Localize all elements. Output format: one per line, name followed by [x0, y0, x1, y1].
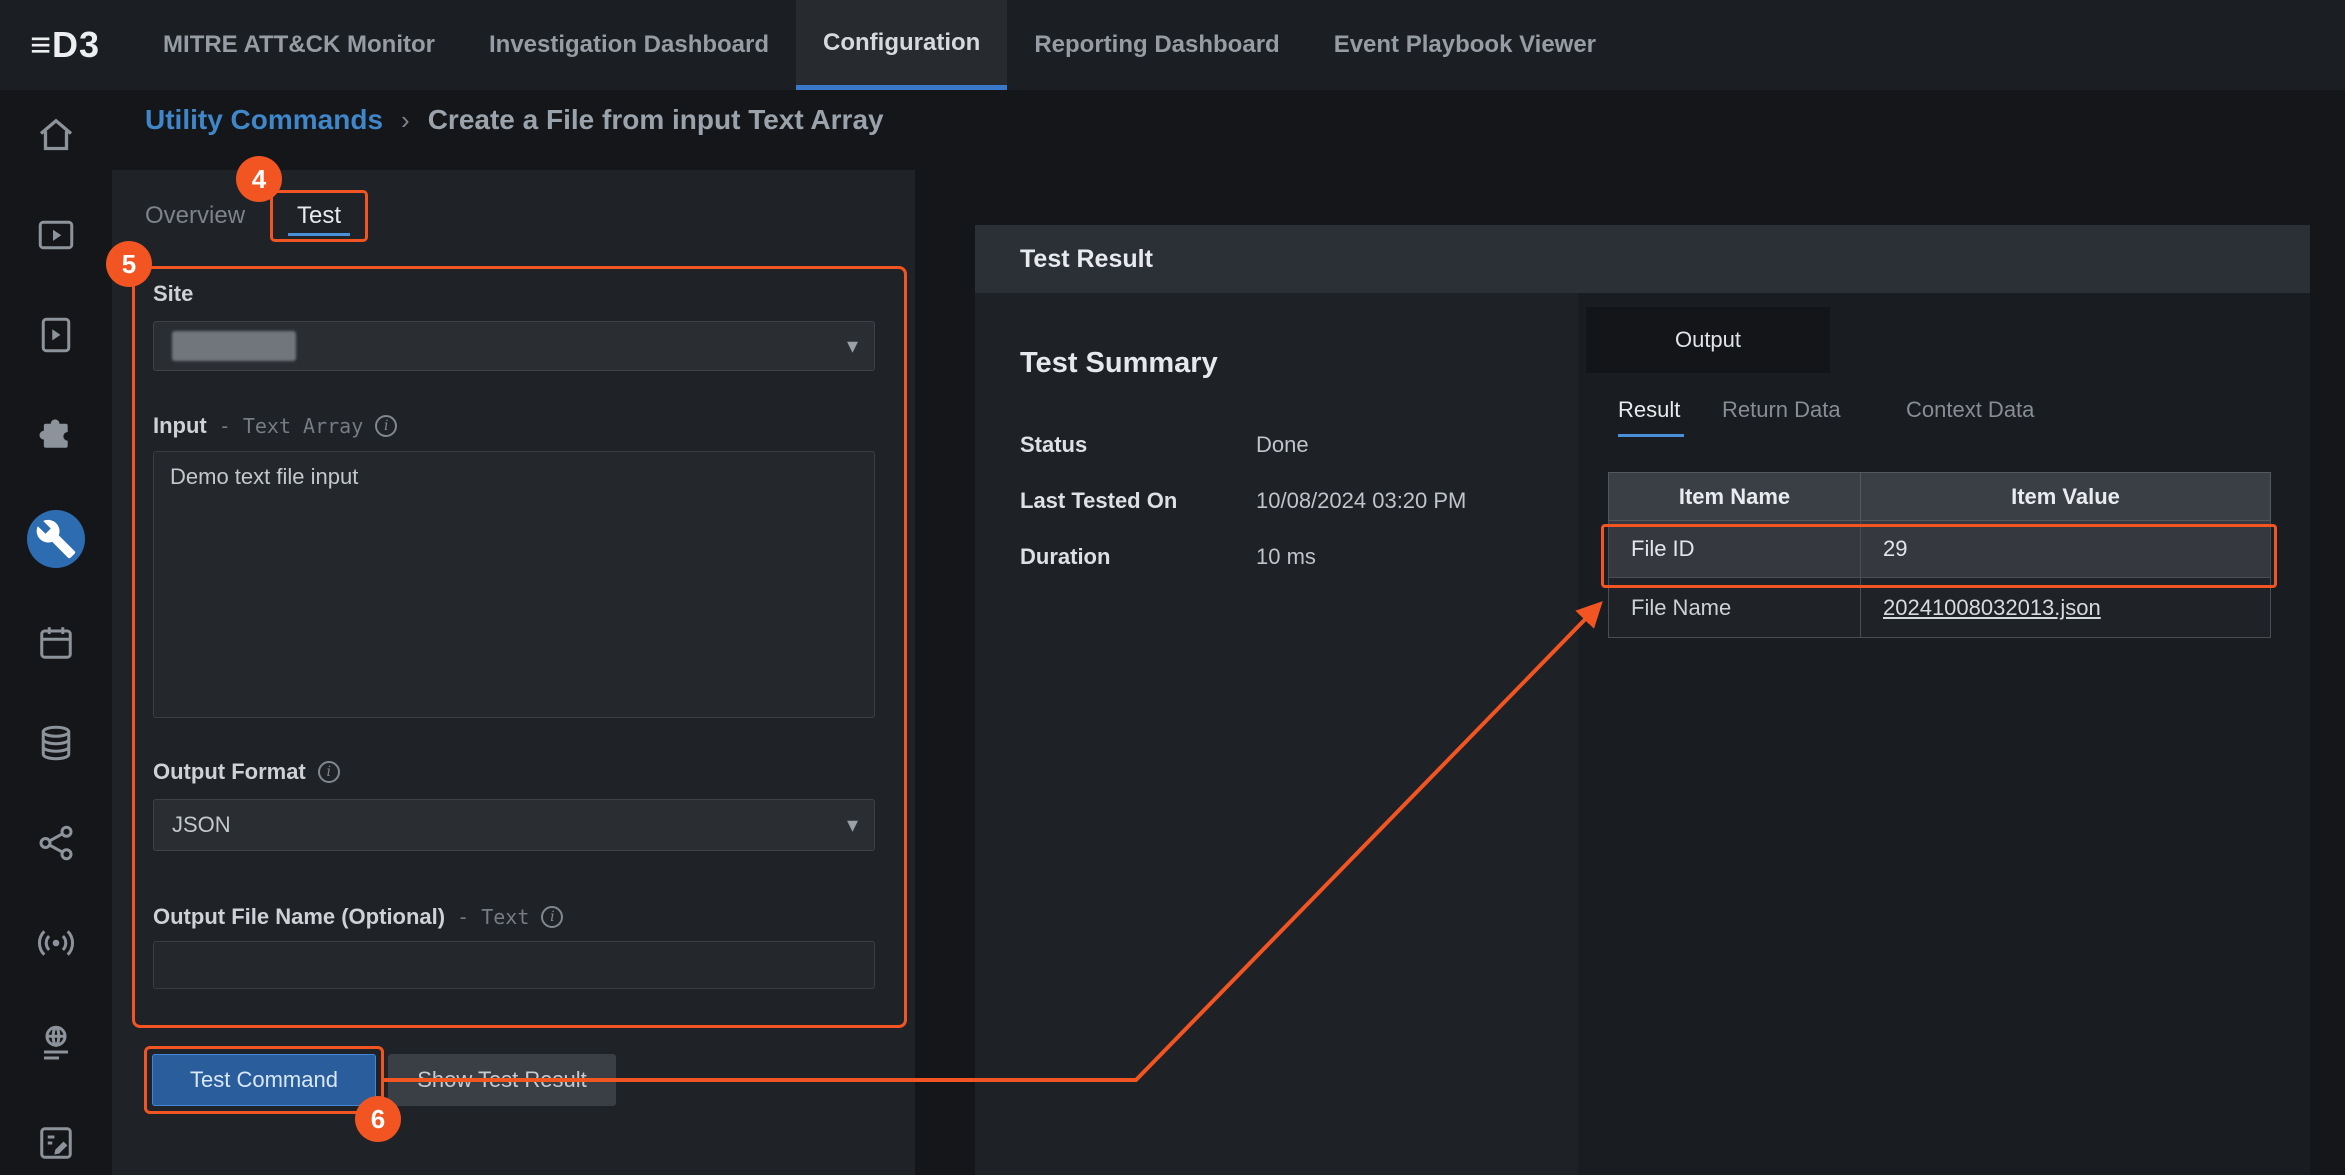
output-format-label: Output Format [153, 759, 306, 785]
tab-output[interactable]: Output [1586, 307, 1830, 373]
site-select[interactable]: ▾ [153, 321, 875, 371]
report-signature-icon[interactable] [31, 1118, 81, 1168]
annotation-step-5-badge: 5 [106, 241, 152, 287]
globe-settings-icon[interactable] [31, 1018, 81, 1068]
output-format-select[interactable]: JSON ▾ [153, 799, 875, 851]
tab-test[interactable]: Test [297, 202, 341, 230]
output-file-name-label-row: Output File Name (Optional) - Text i [153, 904, 563, 930]
info-icon[interactable]: i [375, 415, 397, 437]
video-file-icon[interactable] [31, 310, 81, 360]
wrench-icon-active[interactable] [27, 510, 85, 568]
calendar-icon[interactable] [31, 618, 81, 668]
test-result-header: Test Result [975, 225, 2310, 293]
d3-logo[interactable]: ≡D3 [0, 0, 136, 90]
chevron-down-icon: ▾ [847, 812, 858, 838]
tab-return-data[interactable]: Return Data [1722, 397, 1841, 423]
output-format-label-row: Output Format i [153, 759, 340, 785]
info-icon[interactable]: i [541, 906, 563, 928]
input-textarea[interactable]: Demo text file input [153, 451, 875, 718]
site-value-redacted [172, 331, 296, 361]
sidebar-icon-rail [0, 90, 112, 1175]
output-file-name-type-hint: - Text [457, 905, 529, 929]
show-test-result-button[interactable]: Show Test Result [388, 1054, 616, 1106]
chevron-right-icon: › [401, 105, 410, 136]
test-summary-heading: Test Summary [1020, 347, 1218, 380]
test-command-button[interactable]: Test Command [152, 1054, 376, 1106]
tab-overview[interactable]: Overview [145, 202, 245, 230]
result-tab-active-underline [1618, 434, 1684, 437]
duration-label: Duration [1020, 544, 1110, 570]
nav-configuration[interactable]: Configuration [796, 0, 1007, 90]
file-id-name-cell: File ID [1609, 521, 1861, 578]
input-type-hint: - Text Array [219, 414, 364, 438]
chevron-down-icon: ▾ [847, 333, 858, 359]
column-header-item-name: Item Name [1609, 473, 1861, 521]
tab-context-data[interactable]: Context Data [1906, 397, 2034, 423]
output-sub-panel [1578, 293, 2310, 1175]
file-id-value-cell: 29 [1861, 521, 2271, 578]
test-tab-active-underline [288, 233, 350, 236]
output-file-name-input[interactable] [153, 941, 875, 989]
share-nodes-icon[interactable] [31, 818, 81, 868]
nav-investigation-dashboard[interactable]: Investigation Dashboard [462, 0, 796, 90]
nav-reporting-dashboard[interactable]: Reporting Dashboard [1007, 0, 1306, 90]
status-label: Status [1020, 432, 1087, 458]
annotation-step-6-badge: 6 [355, 1096, 401, 1142]
breadcrumb-utility-commands[interactable]: Utility Commands [145, 104, 383, 136]
status-value: Done [1256, 432, 1309, 458]
last-tested-value: 10/08/2024 03:20 PM [1256, 488, 1466, 514]
top-navbar: ≡D3 MITRE ATT&CK Monitor Investigation D… [0, 0, 2345, 90]
nav-mitre-attack-monitor[interactable]: MITRE ATT&CK Monitor [136, 0, 462, 90]
input-label: Input [153, 413, 207, 439]
duration-value: 10 ms [1256, 544, 1316, 570]
breadcrumb: Utility Commands › Create a File from in… [145, 104, 884, 136]
file-download-link[interactable]: 20241008032013.json [1883, 595, 2101, 620]
broadcast-icon[interactable] [31, 918, 81, 968]
output-file-name-label: Output File Name (Optional) [153, 904, 445, 930]
last-tested-label: Last Tested On [1020, 488, 1177, 514]
page-title: Create a File from input Text Array [428, 104, 884, 136]
file-name-value-cell: 20241008032013.json [1861, 578, 2271, 638]
table-row-file-id[interactable]: File ID 29 [1609, 521, 2271, 578]
nav-event-playbook-viewer[interactable]: Event Playbook Viewer [1307, 0, 1623, 90]
output-format-value: JSON [172, 812, 231, 838]
column-header-item-value: Item Value [1861, 473, 2271, 521]
info-icon[interactable]: i [318, 761, 340, 783]
video-calendar-icon[interactable] [31, 210, 81, 260]
app-root: ≡D3 MITRE ATT&CK Monitor Investigation D… [0, 0, 2345, 1175]
table-row-file-name[interactable]: File Name 20241008032013.json [1609, 578, 2271, 638]
annotation-box-test-tab: Test [270, 190, 368, 242]
input-label-row: Input - Text Array i [153, 413, 397, 439]
tab-result[interactable]: Result [1618, 397, 1680, 423]
home-icon[interactable] [31, 110, 81, 160]
result-table: Item Name Item Value File ID 29 File Nam… [1608, 472, 2271, 638]
table-header-row: Item Name Item Value [1609, 473, 2271, 521]
annotation-step-4-badge: 4 [236, 156, 282, 202]
site-label: Site [153, 281, 193, 307]
puzzle-icon[interactable] [31, 410, 81, 460]
database-icon[interactable] [31, 718, 81, 768]
file-name-name-cell: File Name [1609, 578, 1861, 638]
